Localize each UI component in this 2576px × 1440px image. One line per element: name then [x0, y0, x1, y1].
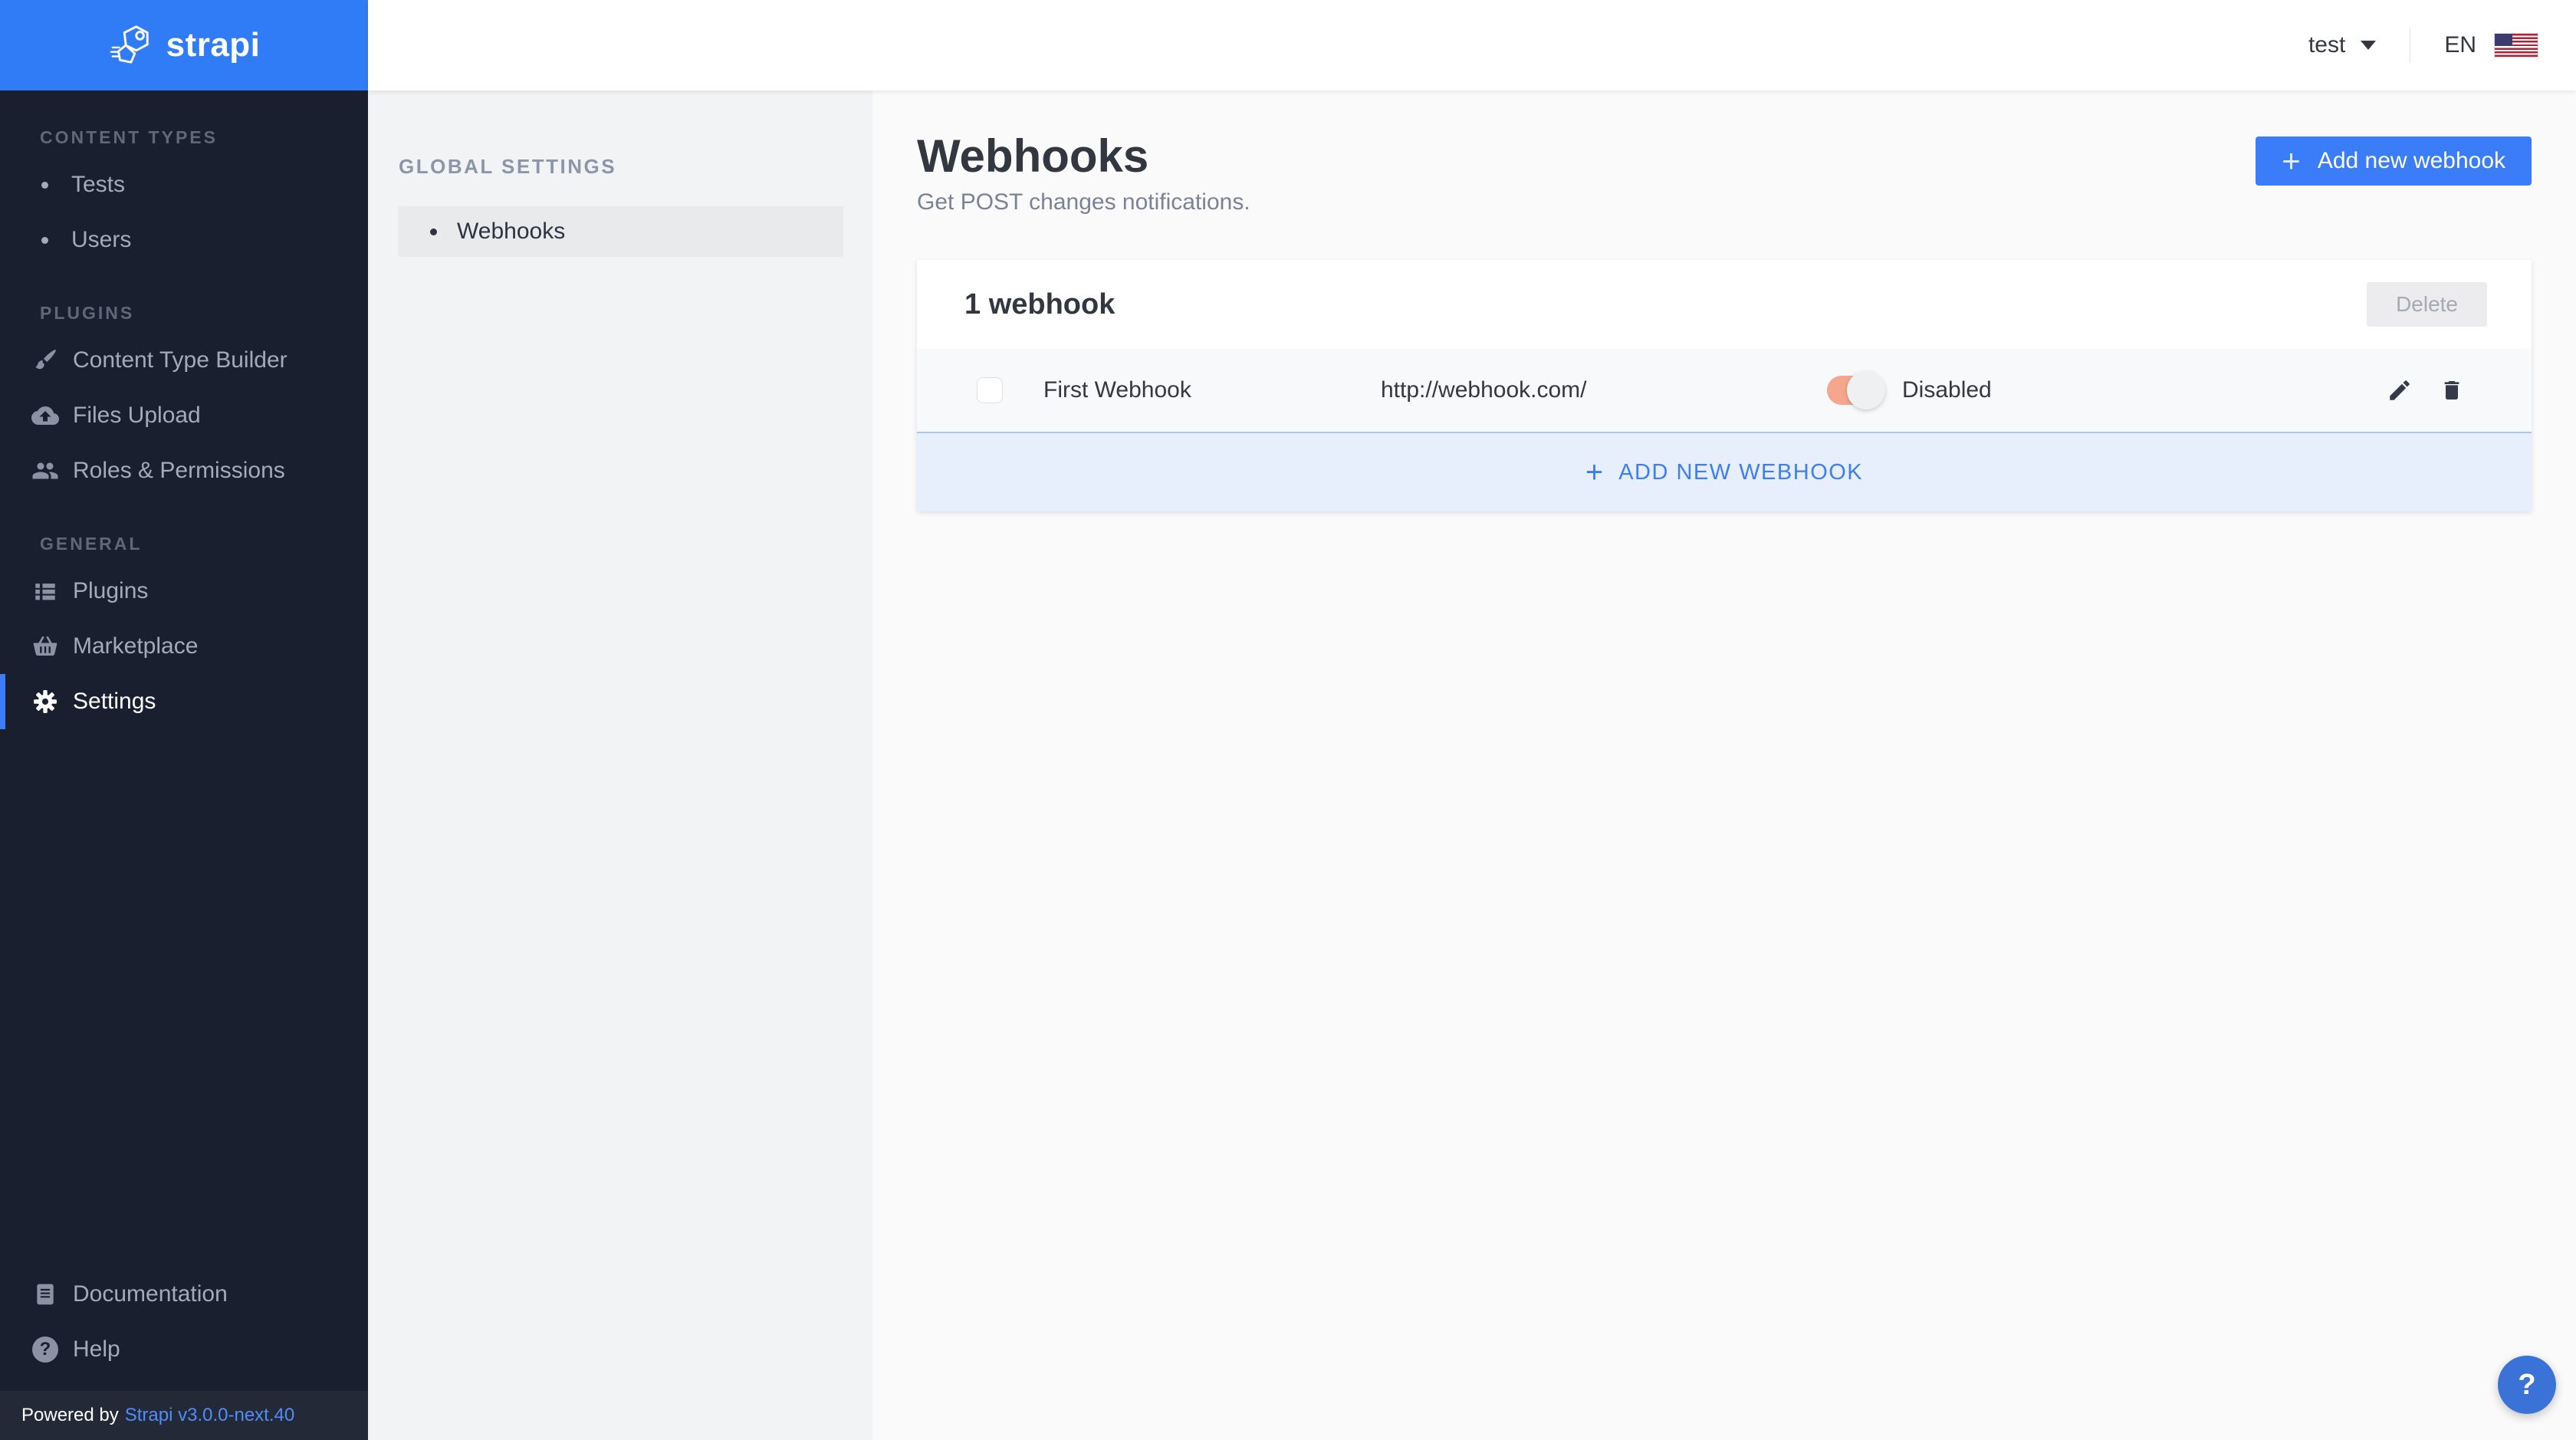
- sidebar-item-label: Documentation: [73, 1281, 228, 1307]
- users-icon: [28, 454, 62, 488]
- webhook-status-col: Disabled: [1827, 376, 2386, 405]
- topbar: test EN: [368, 0, 2576, 90]
- help-fab-button[interactable]: ?: [2498, 1356, 2556, 1414]
- list-icon: [28, 574, 62, 608]
- main-header: Webhooks Get POST changes notifications.…: [917, 132, 2532, 215]
- dot-icon: [430, 228, 437, 235]
- cloud-upload-icon: [28, 399, 62, 432]
- main-content: Webhooks Get POST changes notifications.…: [872, 90, 2576, 1440]
- question-circle-icon: [28, 1333, 62, 1366]
- strapi-rocket-icon: [108, 23, 153, 67]
- dot-icon: [41, 237, 48, 244]
- brand-name: strapi: [166, 26, 261, 64]
- section-heading: GENERAL: [0, 534, 368, 554]
- subnav-heading: GLOBAL SETTINGS: [399, 155, 872, 179]
- user-menu-label: test: [2308, 32, 2345, 58]
- dot-icon: [41, 182, 48, 189]
- table-row: First Webhook http://webhook.com/ Disabl…: [917, 349, 2532, 432]
- sidebar-item-content-type-builder[interactable]: Content Type Builder: [0, 333, 368, 388]
- toggle-knob: [1847, 371, 1885, 409]
- sidebar-item-label: Content Type Builder: [73, 347, 288, 373]
- sidebar-footer: Powered by Strapi v3.0.0-next.40: [0, 1391, 368, 1440]
- sidebar-item-label: Settings: [73, 689, 156, 715]
- basket-icon: [28, 630, 62, 663]
- section-general: GENERAL Plugins Marketplace: [0, 534, 368, 729]
- subnav-item-label: Webhooks: [457, 219, 565, 245]
- sidebar-item-help[interactable]: Help: [0, 1322, 368, 1377]
- webhooks-card: 1 webhook Delete First Webhook http://we…: [917, 260, 2532, 511]
- section-heading: CONTENT TYPES: [0, 127, 368, 148]
- locale-label: EN: [2444, 32, 2476, 58]
- sidebar-item-settings[interactable]: Settings: [0, 674, 368, 729]
- plus-icon: [2282, 145, 2301, 177]
- main-sidebar: strapi CONTENT TYPES Tests Users PLUGINS: [0, 0, 368, 1440]
- right-column: test EN GLOBAL SETTINGS Webhooks: [368, 0, 2576, 1440]
- add-new-webhook-button[interactable]: Add new webhook: [2256, 136, 2532, 186]
- section-plugins: PLUGINS Content Type Builder Files Uploa…: [0, 303, 368, 498]
- sidebar-item-label: Marketplace: [73, 633, 198, 659]
- powered-by-label: Powered by: [21, 1405, 119, 1426]
- section-heading: PLUGINS: [0, 303, 368, 324]
- us-flag-icon: [2495, 34, 2538, 57]
- webhook-name: First Webhook: [1043, 377, 1381, 403]
- add-new-webhook-row-label: ADD NEW WEBHOOK: [1618, 460, 1863, 485]
- edit-pencil-icon[interactable]: [2386, 376, 2413, 404]
- sidebar-item-files-upload[interactable]: Files Upload: [0, 388, 368, 443]
- row-actions: [2386, 376, 2466, 404]
- sidebar-bottom: Documentation Help Powered by Strapi v3.…: [0, 1267, 368, 1440]
- user-menu[interactable]: test: [2308, 32, 2376, 58]
- book-icon: [28, 1277, 62, 1311]
- section-content-types: CONTENT TYPES Tests Users: [0, 127, 368, 268]
- paintbrush-icon: [28, 344, 62, 377]
- webhook-count: 1 webhook: [964, 288, 1115, 321]
- sidebar-item-plugins[interactable]: Plugins: [0, 564, 368, 619]
- sidebar-item-documentation[interactable]: Documentation: [0, 1267, 368, 1322]
- sidebar-item-label: Help: [73, 1336, 120, 1363]
- sidebar-item-label: Users: [71, 227, 131, 253]
- locale-switcher[interactable]: EN: [2444, 32, 2538, 58]
- plus-icon: [1585, 457, 1603, 488]
- enable-toggle[interactable]: [1827, 376, 1881, 405]
- trash-icon[interactable]: [2438, 376, 2466, 404]
- sidebar-item-tests[interactable]: Tests: [0, 157, 368, 212]
- strapi-logo[interactable]: strapi: [0, 0, 368, 90]
- sidebar-item-users[interactable]: Users: [0, 212, 368, 268]
- page-subtitle: Get POST changes notifications.: [917, 189, 1250, 215]
- row-checkbox[interactable]: [977, 377, 1003, 403]
- sidebar-item-label: Plugins: [73, 578, 148, 604]
- title-block: Webhooks Get POST changes notifications.: [917, 132, 1250, 215]
- sidebar-item-marketplace[interactable]: Marketplace: [0, 619, 368, 674]
- sidebar-item-roles-permissions[interactable]: Roles & Permissions: [0, 443, 368, 498]
- strapi-version-link[interactable]: Strapi v3.0.0-next.40: [125, 1405, 294, 1426]
- sidebar-item-label: Tests: [71, 172, 125, 198]
- page-title: Webhooks: [917, 132, 1250, 180]
- webhook-url: http://webhook.com/: [1381, 377, 1827, 403]
- content-row: GLOBAL SETTINGS Webhooks Webhooks Get PO…: [368, 90, 2576, 1440]
- sidebar-nav: CONTENT TYPES Tests Users PLUGINS Cont: [0, 90, 368, 764]
- status-label: Disabled: [1902, 377, 1992, 403]
- add-new-webhook-row[interactable]: ADD NEW WEBHOOK: [917, 432, 2532, 511]
- chevron-down-icon: [2361, 41, 2376, 50]
- settings-subnav: GLOBAL SETTINGS Webhooks: [368, 90, 872, 1440]
- subnav-item-webhooks[interactable]: Webhooks: [398, 206, 843, 257]
- delete-button[interactable]: Delete: [2367, 282, 2487, 327]
- sidebar-item-label: Roles & Permissions: [73, 458, 285, 484]
- sidebar-item-label: Files Upload: [73, 403, 201, 429]
- webhooks-card-header: 1 webhook Delete: [917, 260, 2532, 349]
- app-window: strapi CONTENT TYPES Tests Users PLUGINS: [0, 0, 2576, 1440]
- add-new-webhook-button-label: Add new webhook: [2318, 148, 2505, 174]
- gear-icon: [28, 685, 62, 718]
